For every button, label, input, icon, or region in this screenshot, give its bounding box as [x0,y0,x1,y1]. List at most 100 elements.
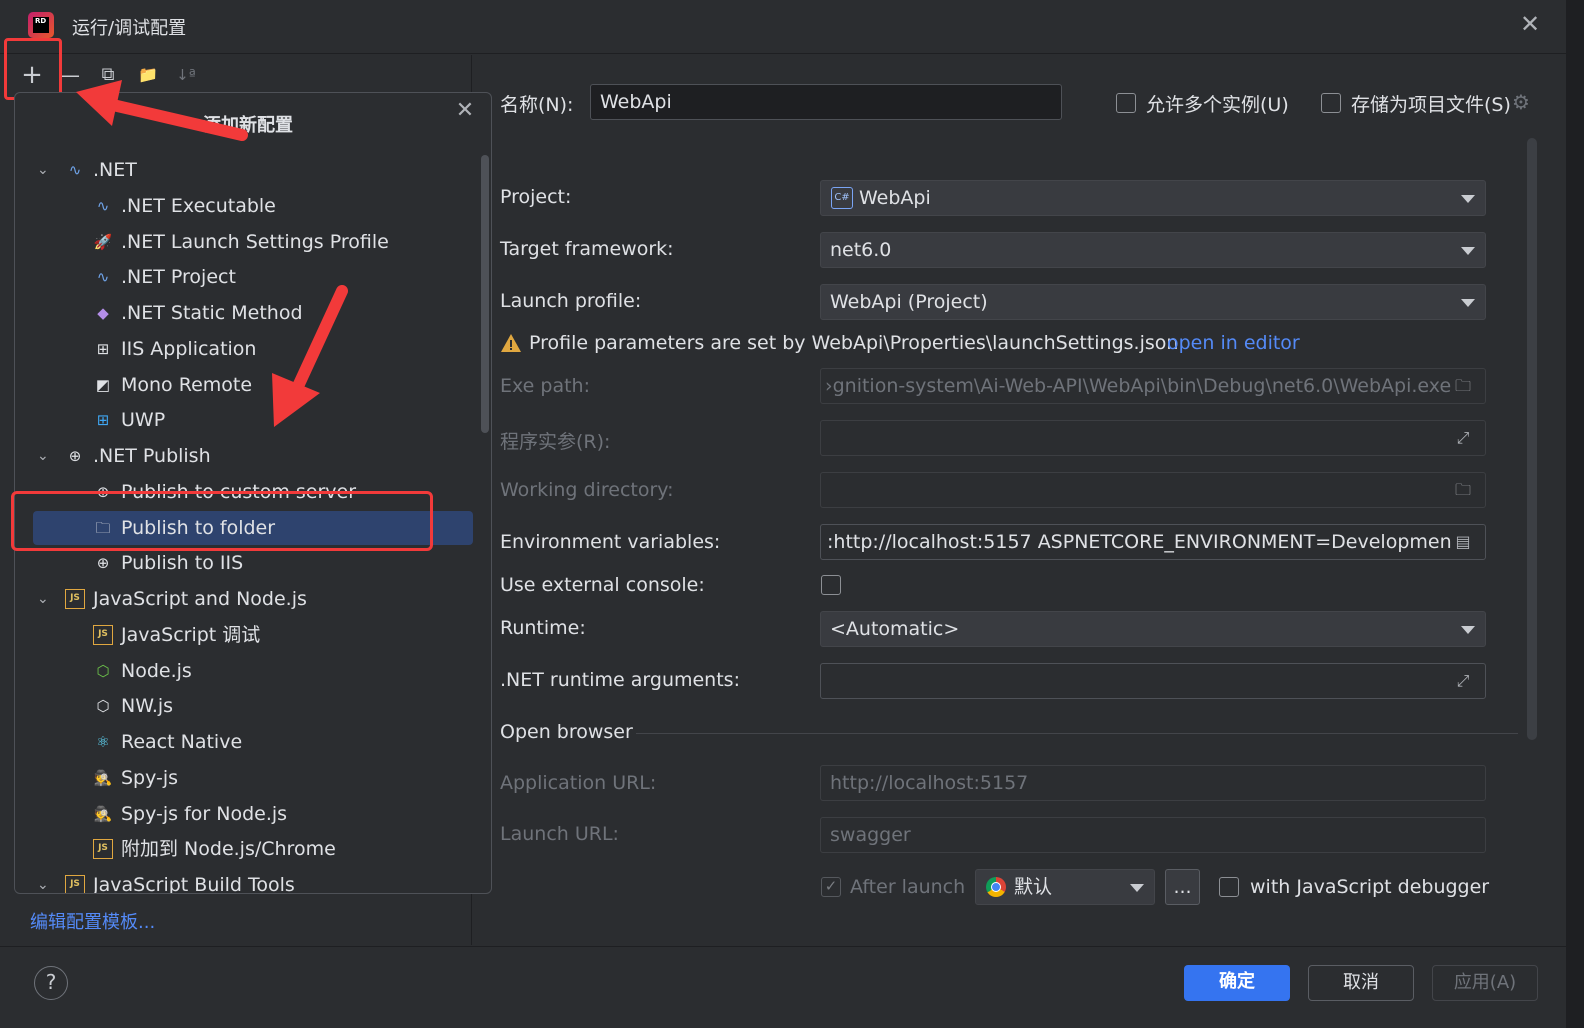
chevron-down-icon[interactable]: ⌄ [37,582,53,616]
runtime-value: <Automatic> [830,618,960,640]
tree-item-node-js-chrome[interactable]: JS 附加到 Node.js/Chrome [15,832,475,866]
runtime-dropdown[interactable]: <Automatic> [820,611,1486,647]
dotnet-icon: ∿ [96,268,110,287]
globe-icon: ⊕ [96,554,110,573]
external-console-checkbox[interactable] [821,575,841,595]
annotation-highlight-add [4,38,62,100]
annotation-arrow-icon [272,285,348,427]
tree-item-publish-to-iis[interactable]: ⊕ Publish to IIS [15,546,475,580]
store-as-file-label: 存储为项目文件(S) [1351,94,1511,116]
globe-icon: ⊕ [68,447,82,465]
popup-close-icon[interactable]: ✕ [451,97,479,125]
tree-item-label: Mono Remote [121,373,253,396]
tree-item-label: Publish to IIS [121,552,244,575]
tree-item-javascript[interactable]: JS JavaScript 调试 [15,618,475,652]
store-as-file-checkbox[interactable] [1321,93,1341,113]
gear-icon[interactable]: ⚙ [1512,90,1530,114]
chevron-down-icon[interactable]: ⌄ [37,868,53,893]
js-icon: JS [93,624,113,645]
exe-path-input[interactable]: ›gnition-system\Ai-Web-API\WebApi\bin\De… [820,368,1486,404]
dropdown-arrow-icon [1130,884,1144,892]
browser-dropdown[interactable]: 默认 [975,869,1155,905]
tree-item-spy-js-for-node-js[interactable]: 🕵 Spy-js for Node.js [15,797,475,831]
spy-icon: 🕵 [93,768,113,787]
edit-list-icon[interactable]: ▤ [1451,529,1475,555]
ok-button[interactable]: 确定 [1184,965,1290,1001]
popup-scrollbar[interactable] [481,155,489,433]
launch-url-input[interactable]: swagger [820,817,1486,853]
folder-icon[interactable]: 🗀 [1451,373,1475,399]
allow-multiple-label: 允许多个实例(U) [1146,94,1289,116]
runtime-args-input[interactable]: ⤢ [820,663,1486,699]
project-value: WebApi [859,187,931,209]
tree-group-javascript-and-node-js[interactable]: ⌄ JS JavaScript and Node.js [15,582,475,616]
dialog-title: 运行/调试配置 [72,18,187,39]
chevron-down-icon[interactable]: ⌄ [37,153,53,187]
program-args-input[interactable]: ⤢ [820,420,1486,456]
external-console-label: Use external console: [500,574,705,596]
tree-item-iis-application[interactable]: ⊞ IIS Application [15,332,475,366]
framework-value: net6.0 [830,239,892,261]
working-directory-label: Working directory: [500,479,674,501]
tree-item-label: .NET Launch Settings Profile [121,230,389,253]
close-dialog-icon[interactable]: ✕ [1516,10,1544,38]
dropdown-arrow-icon [1461,299,1475,307]
tree-item-react-native[interactable]: ⚛ React Native [15,725,475,759]
dotnet-icon: ∿ [68,161,82,179]
form-scrollbar[interactable] [1527,138,1537,740]
tree-item-net-launch-settings-profile[interactable]: 🚀 .NET Launch Settings Profile [15,225,475,259]
dotnet-icon: ∿ [96,196,110,215]
edit-templates-link[interactable]: 编辑配置模板... [30,908,155,934]
application-url-input[interactable]: http://localhost:5157 [820,765,1486,801]
launch-profile-label: Launch profile: [500,290,642,312]
tree-group-javascript-build-tools[interactable]: ⌄ JS JavaScript Build Tools [15,868,475,894]
csharp-project-icon: C# [831,187,853,209]
tree-item-label: React Native [121,731,243,753]
env-vars-input[interactable]: :http://localhost:5157 ASPNETCORE_ENVIRO… [820,524,1486,560]
browser-more-button[interactable]: ... [1165,869,1200,905]
nwjs-icon: ⬡ [96,697,110,716]
tree-item-label: .NET Executable [121,194,276,217]
react-icon: ⚛ [96,733,110,751]
allow-multiple-checkbox[interactable] [1116,93,1136,113]
tree-item-uwp[interactable]: ⊞ UWP [15,403,475,437]
tree-item-net-static-method[interactable]: ◆ .NET Static Method [15,296,475,330]
project-dropdown[interactable]: C# WebApi [820,180,1486,216]
title-bar [0,0,1584,54]
expand-icon[interactable]: ⤢ [1451,668,1475,694]
name-input[interactable]: WebApi [590,84,1062,120]
after-launch-label: After launch [850,876,966,898]
launch-profile-dropdown[interactable]: WebApi (Project) [820,284,1486,320]
expand-icon[interactable]: ⤢ [1451,425,1475,451]
working-directory-input[interactable]: 🗀 [820,472,1486,508]
runtime-args-label: .NET runtime arguments: [500,669,740,691]
tree-item-net-project[interactable]: ∿ .NET Project [15,260,475,294]
launch-url-label: Launch URL: [500,823,619,845]
section-divider [636,733,1518,734]
help-button[interactable]: ? [34,966,68,1000]
folder-icon[interactable]: 🗀 [1451,477,1475,503]
apply-button[interactable]: 应用(A) [1432,965,1538,1001]
dropdown-arrow-icon [1461,195,1475,203]
chevron-down-icon[interactable]: ⌄ [37,439,53,473]
cancel-button[interactable]: 取消 [1308,965,1414,1001]
tree-item-nw-js[interactable]: ⬡ NW.js [15,689,475,723]
warning-icon [501,334,521,352]
after-launch-checkbox[interactable]: ✓ [821,877,841,897]
tree-item-label: JavaScript and Node.js [93,588,307,610]
tree-item-net-executable[interactable]: ∿ .NET Executable [15,189,475,223]
tree-item-label: JavaScript 调试 [121,623,261,646]
tree-item-spy-js[interactable]: 🕵 Spy-js [15,761,475,795]
js-debugger-checkbox[interactable] [1219,877,1239,897]
tree-item-node-js[interactable]: ⬡ Node.js [15,654,475,688]
tree-item-label: Spy-js [121,766,179,789]
tree-item-label: JavaScript Build Tools [93,874,295,894]
open-in-editor-link[interactable]: open in editor [1167,332,1300,354]
dropdown-arrow-icon [1461,247,1475,255]
js-debugger-label: with JavaScript debugger [1250,876,1490,898]
framework-dropdown[interactable]: net6.0 [820,232,1486,268]
tree-group-net-publish[interactable]: ⌄ ⊕ .NET Publish [15,439,475,473]
tree-group-net[interactable]: ⌄ ∿ .NET [15,153,475,187]
tree-item-label: Node.js [121,659,192,682]
tree-item-mono-remote[interactable]: ◩ Mono Remote [15,368,475,402]
